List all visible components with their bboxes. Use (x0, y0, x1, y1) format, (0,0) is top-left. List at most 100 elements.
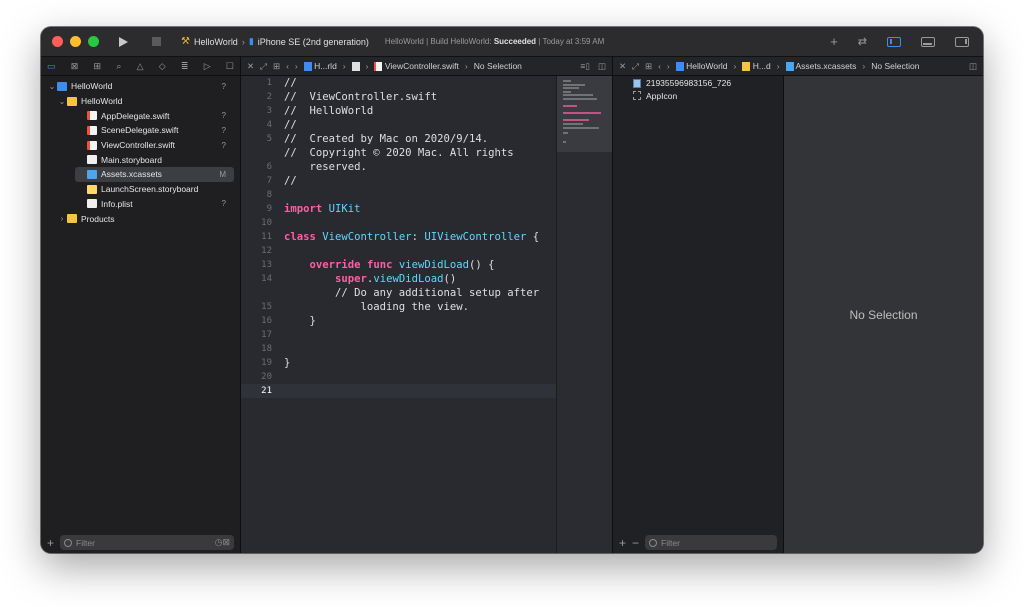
line-number: 11 (261, 232, 272, 242)
code-line[interactable]: 10 (241, 216, 556, 230)
code-line[interactable]: 20 (241, 370, 556, 384)
report-icon[interactable]: ☐ (226, 61, 234, 72)
jump-selection-label[interactable]: No Selection (871, 61, 919, 71)
jump-folder-crumb[interactable] (351, 61, 360, 72)
back-icon[interactable]: ‹ (286, 61, 289, 71)
minimap[interactable] (556, 76, 612, 553)
symbol-icon[interactable]: ⊞ (94, 61, 102, 72)
navigator-filter-input[interactable]: Filter ◷⊠ (60, 535, 234, 550)
code-line[interactable]: 17 (241, 328, 556, 342)
code-line[interactable]: 11 class ViewController: UIViewController… (241, 230, 556, 244)
test-icon[interactable]: ◇ (159, 61, 166, 72)
search-icon[interactable]: ⌕ (116, 61, 121, 72)
code-line[interactable]: 6 // Copyright © 2020 Mac. All rights res… (241, 146, 556, 174)
tree-item[interactable]: ViewController.swift? (41, 138, 240, 153)
no-selection-label: No Selection (849, 307, 918, 322)
code-line[interactable]: 14 super.viewDidLoad() (241, 272, 556, 286)
swift-file-icon (87, 111, 97, 121)
folder-icon[interactable]: ▭ (47, 61, 56, 72)
debug-area-toggle-icon[interactable] (921, 36, 935, 47)
jump-selection-label[interactable]: No Selection (474, 61, 522, 71)
code-line[interactable]: 18 (241, 342, 556, 356)
code-line[interactable]: 16 } (241, 314, 556, 328)
line-number: 12 (261, 246, 272, 256)
source-control-icon[interactable]: ⊠ (71, 61, 79, 72)
jump-catalog-crumb[interactable]: Assets.xcassets (785, 61, 856, 72)
add-file-icon[interactable]: + (47, 536, 54, 550)
forward-icon[interactable]: › (667, 61, 670, 71)
close-editor-icon[interactable]: ✕ (247, 61, 254, 72)
related-items-icon[interactable]: ⊞ (273, 61, 280, 72)
add-asset-icon[interactable]: + (619, 536, 626, 550)
scheme-selector[interactable]: ⚒ HelloWorld › ▮ iPhone SE (2nd generati… (181, 36, 369, 47)
filter-placeholder: Filter (661, 537, 680, 548)
remove-asset-icon[interactable]: − (632, 536, 639, 550)
minimize-button[interactable] (70, 36, 81, 47)
status-time: Today at 3:59 AM (542, 37, 605, 46)
split-editor-icon[interactable]: ◫ (598, 61, 606, 72)
run-button[interactable] (119, 36, 128, 47)
debug-icon[interactable]: ≣ (181, 61, 189, 72)
jump-project-crumb[interactable]: H...rld (303, 61, 337, 72)
code-line[interactable]: 5 // Created by Mac on 2020/9/14. (241, 132, 556, 146)
breakpoint-icon[interactable]: ▷ (204, 61, 211, 72)
toolbar-right: + ⇄ (830, 27, 969, 56)
tree-item-label: SceneDelegate.swift (101, 125, 179, 136)
tree-item[interactable]: Assets.xcassets M (75, 167, 234, 182)
expand-icon[interactable]: ⤢ (260, 61, 267, 72)
disclosure-icon[interactable]: ⌄ (47, 82, 57, 91)
close-editor-icon[interactable]: ✕ (619, 61, 626, 72)
related-items-icon[interactable]: ⊞ (645, 61, 652, 72)
editor-options-icon[interactable]: ≡▯ (580, 61, 590, 72)
jump-file-crumb[interactable]: ViewController.swift (374, 61, 459, 72)
line-number: 3 (266, 106, 272, 116)
asset-list-item[interactable]: 21935596983156_726 (613, 77, 783, 90)
code-line[interactable]: 4 // (241, 118, 556, 132)
device-name[interactable]: iPhone SE (2nd generation) (258, 37, 369, 47)
tree-item[interactable]: ⌄ HelloWorld (41, 94, 240, 109)
code-line[interactable]: 9 import UIKit (241, 202, 556, 216)
tree-item[interactable]: Main.storyboard (41, 152, 240, 167)
xcassets-icon (785, 62, 794, 72)
forward-icon[interactable]: › (295, 61, 298, 71)
tree-item[interactable]: SceneDelegate.swift? (41, 123, 240, 138)
chevron-right-icon: › (862, 61, 866, 71)
disclosure-icon[interactable]: › (57, 214, 67, 223)
code-line[interactable]: 13 override func viewDidLoad() { (241, 258, 556, 272)
code-line[interactable]: 15 // Do any additional setup after load… (241, 286, 556, 314)
split-editor-icon[interactable]: ◫ (969, 61, 977, 72)
asset-list-item[interactable]: AppIcon (613, 90, 783, 103)
filter-placeholder: Filter (76, 537, 95, 548)
tree-item[interactable]: › Products (41, 211, 240, 226)
tree-item[interactable]: Info.plist? (41, 197, 240, 212)
expand-icon[interactable]: ⤢ (632, 61, 639, 72)
code-line[interactable]: 21 (241, 384, 556, 398)
close-button[interactable] (52, 36, 63, 47)
code-line[interactable]: 19} (241, 356, 556, 370)
navigator-toggle-icon[interactable] (887, 36, 901, 47)
zoom-button[interactable] (88, 36, 99, 47)
code-line[interactable]: 1 // (241, 76, 556, 90)
warning-icon[interactable]: △ (137, 61, 144, 72)
back-icon[interactable]: ‹ (658, 61, 661, 71)
stop-button[interactable] (152, 37, 161, 46)
tree-item[interactable]: ⌄ HelloWorld? (41, 79, 240, 94)
code-line[interactable]: 7 // (241, 174, 556, 188)
inspector-toggle-icon[interactable] (955, 36, 969, 47)
add-library-icon[interactable]: + (830, 34, 838, 49)
filter-options-icon[interactable]: ◷⊠ (215, 537, 230, 548)
disclosure-icon[interactable]: ⌄ (57, 97, 67, 106)
code-line[interactable]: 3 // HelloWorld (241, 104, 556, 118)
code-area[interactable]: 1 // 2 // ViewController.swift 3 // HelloWorl… (241, 76, 556, 553)
asset-filter-input[interactable]: Filter (645, 535, 778, 550)
jump-project-crumb[interactable]: HelloWorld (675, 61, 728, 72)
code-line[interactable]: 2 // ViewController.swift (241, 90, 556, 104)
code-line[interactable]: 8 (241, 188, 556, 202)
code-line[interactable]: 12 (241, 244, 556, 258)
tree-item[interactable]: AppDelegate.swift? (41, 108, 240, 123)
code-review-icon[interactable]: ⇄ (858, 35, 867, 48)
jump-folder-crumb[interactable]: H...d (742, 61, 771, 72)
status-action: Build HelloWorld: (430, 37, 492, 46)
tree-item-label: HelloWorld (71, 81, 113, 92)
tree-item[interactable]: LaunchScreen.storyboard (41, 182, 240, 197)
